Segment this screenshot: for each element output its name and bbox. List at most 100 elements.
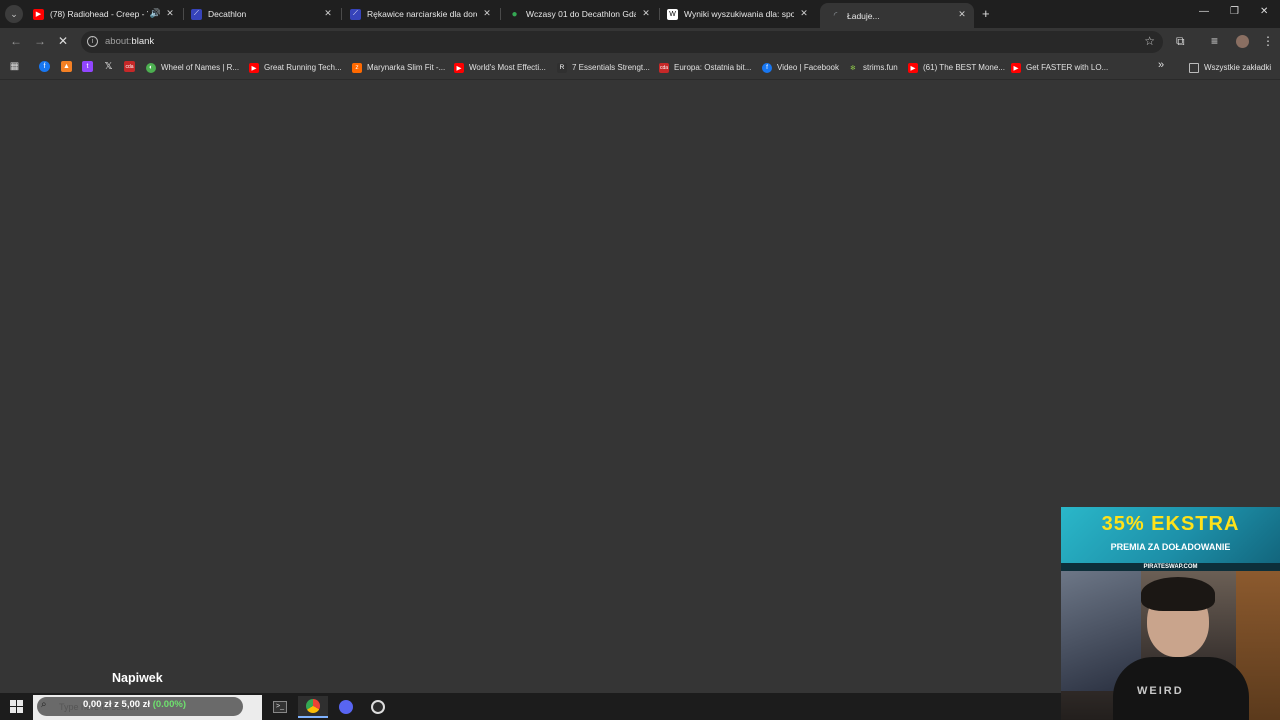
url-scheme: about:	[105, 36, 132, 47]
profile-avatar[interactable]	[1236, 35, 1249, 48]
tab-divider	[341, 8, 342, 20]
person-hair	[1141, 577, 1215, 611]
stop-loading-icon[interactable]: ✕	[58, 34, 68, 48]
bookmark-item[interactable]: ✻ strims.fun	[848, 61, 898, 74]
shirt-print: WEIRD	[1137, 685, 1184, 697]
url-text[interactable]: about:blank	[105, 36, 154, 47]
zalando-icon: z	[352, 62, 362, 73]
tab-rekawice[interactable]: ⟋ Rękawice narciarskie dla dorosł ✕	[350, 4, 501, 24]
youtube-icon: ▶	[454, 62, 464, 73]
tab-wczasy[interactable]: ● Wczasy 01 do Decathlon Gdańs ✕	[509, 4, 660, 24]
chrome-icon	[306, 699, 320, 713]
close-icon[interactable]: ✕	[956, 9, 968, 20]
bookmark-label: Wheel of Names | R...	[161, 63, 240, 72]
twitch-icon[interactable]: t	[82, 61, 93, 72]
tab-loading[interactable]: ◜ Ładuje... ✕	[820, 3, 974, 28]
bookmark-label: Get FASTER with LO...	[1026, 63, 1109, 72]
facebook-icon: f	[762, 62, 772, 73]
site-info-icon[interactable]: i	[87, 36, 98, 47]
windows-start-icon[interactable]	[10, 700, 23, 713]
chrome-app[interactable]	[298, 696, 328, 718]
wykop-icon: W	[667, 8, 678, 20]
bookmark-label: 7 Essentials Strengt...	[572, 63, 650, 72]
tab-title: (78) Radiohead - Creep - Yo	[50, 9, 148, 19]
bookmark-label: Europa: Ostatnia bit...	[674, 63, 752, 72]
tab-title: Wczasy 01 do Decathlon Gdańs	[526, 9, 636, 19]
more-bookmarks-icon[interactable]: »	[1158, 59, 1164, 71]
tab-wyniki[interactable]: W Wyniki wyszukiwania dla: spodn ✕	[667, 4, 810, 24]
address-bar[interactable]: i about:blank ☆	[81, 31, 1163, 53]
bookmark-item[interactable]: R 7 Essentials Strengt...	[557, 61, 650, 74]
all-bookmarks-label: Wszystkie zakładki	[1204, 63, 1272, 72]
strims-icon: ✻	[850, 64, 856, 72]
taskbar-search[interactable]: ⌕ Type here to search 0,00 zł z 5,00 zł …	[33, 695, 262, 720]
bookmark-label: strims.fun	[863, 63, 898, 72]
bookmark-star-icon[interactable]: ☆	[1144, 34, 1155, 48]
tip-label: Napiwek	[112, 671, 163, 685]
youtube-icon: ▶	[1011, 62, 1021, 73]
close-icon[interactable]: ✕	[164, 8, 176, 19]
bookmark-label: Video | Facebook	[777, 63, 839, 72]
bookmarks-bar: ▦ f ▲ t 𝕏 cda ◐ Wheel of Names | R... ▶ …	[0, 55, 1280, 80]
extensions-icon[interactable]: ⧉	[1176, 34, 1185, 49]
tab-decathlon[interactable]: ⟋ Decathlon ✕	[191, 4, 342, 24]
tab-strip: ⌄ ▶ (78) Radiohead - Creep - Yo 🔊 ✕ ⟋ De…	[0, 0, 1280, 28]
plus-icon: +	[982, 6, 990, 21]
bookmark-item[interactable]: ▶ World's Most Effecti...	[454, 61, 546, 74]
r-icon: R	[557, 62, 567, 73]
speaker-icon[interactable]: 🔊	[150, 8, 161, 19]
browser-toolbar: ← → ✕ i about:blank ☆ ⧉ ≡ ⋮	[0, 28, 1280, 55]
close-icon[interactable]: ✕	[640, 8, 652, 19]
ad-headline: 35% EKSTRA	[1101, 513, 1240, 535]
forward-arrow-icon[interactable]: →	[34, 34, 46, 48]
close-icon[interactable]: ✕	[481, 8, 493, 19]
all-bookmarks-folder[interactable]: Wszystkie zakładki	[1189, 61, 1271, 74]
apps-grid-icon[interactable]: ▦	[9, 61, 20, 72]
new-tab-button[interactable]: +	[982, 6, 990, 21]
wheel-icon: ◐	[146, 62, 156, 73]
minimize-icon[interactable]: —	[1199, 6, 1209, 17]
tab-title: Rękawice narciarskie dla dorosł	[367, 9, 477, 19]
webcam-overlay: WEIRD	[1061, 571, 1280, 720]
cda-icon[interactable]: cda	[124, 61, 135, 72]
bookmark-item[interactable]: f Video | Facebook	[762, 61, 839, 74]
youtube-icon: ▶	[908, 62, 918, 73]
maps-pin-icon: ●	[511, 8, 518, 20]
bookmark-item[interactable]: z Marynarka Slim Fit -...	[352, 61, 445, 74]
x-icon[interactable]: 𝕏	[103, 61, 114, 72]
menu-kebab-icon[interactable]: ⋮	[1262, 34, 1274, 48]
bookmark-label: (61) The BEST Mone...	[923, 63, 1005, 72]
tab-search-button[interactable]: ⌄	[5, 5, 23, 23]
facebook-icon[interactable]: f	[39, 61, 50, 72]
terminal-icon: >_	[273, 701, 287, 713]
back-arrow-icon[interactable]: ←	[10, 34, 22, 48]
tab-divider	[500, 8, 501, 20]
bookmark-label: Marynarka Slim Fit -...	[367, 63, 446, 72]
terminal-app[interactable]: >_	[265, 696, 295, 718]
windows-taskbar: ⌕ Type here to search 0,00 zł z 5,00 zł …	[0, 693, 1061, 720]
bookmark-item[interactable]: ▶ Great Running Tech...	[249, 61, 342, 74]
chevron-down-icon: ⌄	[10, 8, 18, 19]
obs-icon	[371, 700, 385, 714]
discord-app[interactable]	[331, 696, 361, 718]
bookmark-item[interactable]: ▶ (61) The BEST Mone...	[908, 61, 1005, 74]
bookmark-item[interactable]: ▶ Get FASTER with LO...	[1011, 61, 1108, 74]
bookmark-item[interactable]: cda Europa: Ostatnia bit...	[659, 61, 751, 74]
obs-app[interactable]	[363, 696, 393, 718]
ticker-percent: (0.00%)	[152, 699, 186, 710]
folder-icon	[1189, 62, 1199, 73]
media-control-icon[interactable]: ≡	[1211, 34, 1218, 48]
window-close-icon[interactable]: ✕	[1260, 6, 1268, 17]
donation-ticker: 0,00 zł z 5,00 zł (0.00%)	[83, 699, 186, 710]
bookmark-label: Great Running Tech...	[264, 63, 342, 72]
ad-banner: 35% EKSTRA PREMIA ZA DOŁADOWANIE PIRATES…	[1061, 507, 1280, 571]
close-icon[interactable]: ✕	[322, 8, 334, 19]
cda-icon: cda	[659, 62, 669, 73]
restore-icon[interactable]: ❐	[1230, 6, 1239, 17]
loading-spinner-icon: ◜	[833, 10, 838, 20]
brand-icon[interactable]: ▲	[61, 61, 72, 72]
ad-subline: PREMIA ZA DOŁADOWANIE	[1110, 542, 1231, 552]
tab-radiohead[interactable]: ▶ (78) Radiohead - Creep - Yo 🔊 ✕	[33, 4, 184, 24]
close-icon[interactable]: ✕	[798, 8, 810, 19]
bookmark-item[interactable]: ◐ Wheel of Names | R...	[146, 61, 239, 74]
